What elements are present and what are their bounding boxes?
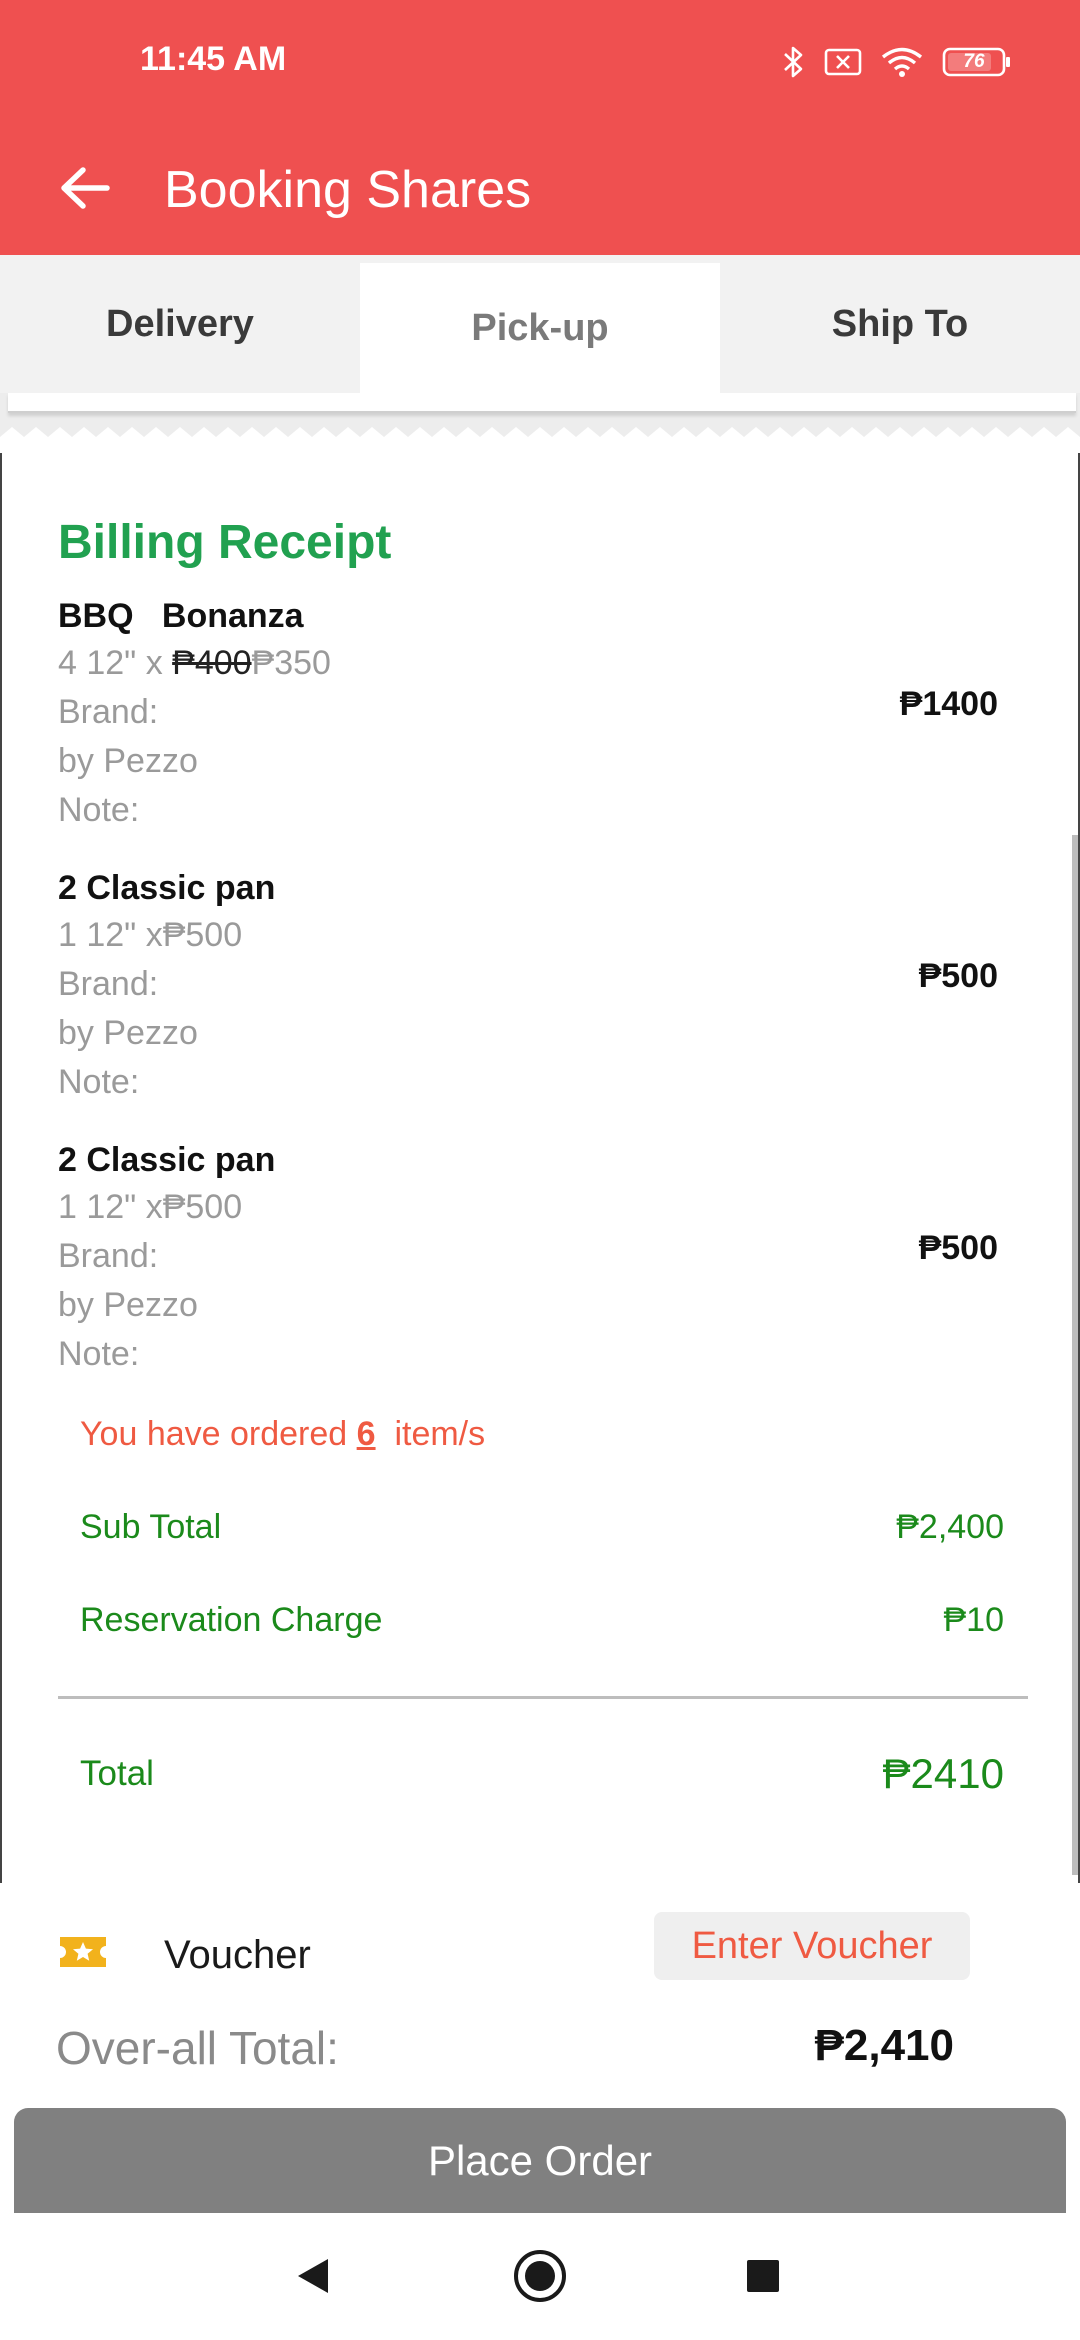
item-quantity-price: 1 12" x₱500 — [58, 1183, 1028, 1232]
status-time: 11:45 AM — [140, 40, 287, 78]
ordered-count: 6 — [356, 1415, 376, 1453]
item-unit-price: ₱350 — [251, 644, 331, 682]
total-row: Total ₱2410 — [80, 1750, 1004, 1798]
item-brand: by Pezzo — [58, 742, 198, 780]
item-old-price: ₱400 — [172, 644, 252, 682]
circle-home-icon — [512, 2248, 568, 2309]
subtotal-row: Sub Total ₱2,400 — [80, 1508, 1004, 1547]
item-note-label: Note: — [58, 1335, 140, 1373]
subtotal-value: ₱2,400 — [896, 1508, 1004, 1546]
item-name: BBQ Bonanza — [58, 597, 304, 635]
page-title: Booking Shares — [164, 161, 532, 219]
nav-back-button[interactable] — [278, 2243, 348, 2313]
item-total: ₱1400 — [899, 685, 998, 723]
item-unit-price: ₱500 — [162, 916, 243, 954]
overall-total-value: ₱2,410 — [814, 2021, 954, 2070]
list-item: 2 Classic pan 1 12" x₱500 Brand: by Pezz… — [58, 865, 1028, 1107]
tab-bar: Delivery Pick-up Ship To — [0, 255, 1080, 393]
item-quantity-price: 4 12" x ₱400₱350 — [58, 639, 1028, 688]
item-unit-price: ₱500 — [162, 1188, 243, 1226]
item-qty-size: 1 12" x — [58, 916, 163, 954]
tab-delivery[interactable]: Delivery — [0, 255, 360, 393]
list-item: BBQ Bonanza 4 12" x ₱400₱350 Brand: by P… — [58, 593, 1028, 835]
receipt-title: Billing Receipt — [58, 516, 392, 569]
ordered-suffix: item/s — [375, 1415, 486, 1453]
checkout-panel: Voucher Enter Voucher Over-all Total: ₱2… — [0, 1883, 1080, 2213]
wifi-icon — [880, 46, 924, 78]
enter-voucher-button[interactable]: Enter Voucher — [654, 1912, 970, 1980]
reservation-charge-label: Reservation Charge — [80, 1601, 383, 1639]
app-bar: Booking Shares — [0, 125, 1080, 255]
ticket-star-icon — [58, 1933, 108, 1971]
place-order-button[interactable]: Place Order — [14, 2108, 1066, 2213]
nav-home-button[interactable] — [505, 2243, 575, 2313]
item-qty-size: 4 12" x — [58, 644, 173, 682]
item-brand-label: Brand: — [58, 965, 159, 1003]
bluetooth-icon — [782, 44, 806, 80]
scrollbar-thumb[interactable] — [1072, 835, 1078, 1875]
divider — [58, 1696, 1028, 1699]
item-brand-label: Brand: — [58, 693, 159, 731]
item-brand: by Pezzo — [58, 1286, 198, 1324]
item-note-label: Note: — [58, 1063, 140, 1101]
tab-ship-to[interactable]: Ship To — [720, 255, 1080, 393]
status-bar: 11:45 AM 76 — [0, 0, 1080, 125]
voucher-label: Voucher — [164, 1933, 311, 1977]
status-icons: 76 — [782, 44, 1012, 80]
nav-recents-button[interactable] — [728, 2243, 798, 2313]
total-value: ₱2410 — [882, 1750, 1004, 1797]
ordered-prefix: You have ordered — [80, 1415, 357, 1453]
ordered-count-note: You have ordered 6 item/s — [80, 1415, 485, 1454]
arrow-left-icon — [59, 166, 111, 215]
triangle-back-icon — [295, 2257, 331, 2300]
square-recents-icon — [745, 2258, 781, 2299]
battery-level: 76 — [963, 51, 985, 72]
item-brand-label: Brand: — [58, 1237, 159, 1275]
item-total: ₱500 — [918, 957, 998, 995]
receipt-header-strip — [8, 393, 1076, 413]
item-note-label: Note: — [58, 791, 140, 829]
system-nav-bar — [0, 2213, 1080, 2340]
overall-total-label: Over-all Total: — [56, 2022, 339, 2074]
item-brand: by Pezzo — [58, 1014, 198, 1052]
item-name: 2 Classic pan — [58, 1141, 276, 1179]
total-label: Total — [80, 1754, 154, 1793]
subtotal-label: Sub Total — [80, 1508, 222, 1546]
reservation-charge-row: Reservation Charge ₱10 — [80, 1601, 1004, 1640]
tab-pick-up[interactable]: Pick-up — [360, 263, 720, 393]
back-button[interactable] — [50, 145, 120, 235]
list-item: 2 Classic pan 1 12" x₱500 Brand: by Pezz… — [58, 1137, 1028, 1379]
battery-icon: 76 — [942, 46, 1012, 78]
no-sim-icon — [824, 47, 862, 77]
item-qty-size: 1 12" x — [58, 1188, 163, 1226]
item-name: 2 Classic pan — [58, 869, 276, 907]
item-total: ₱500 — [918, 1229, 998, 1267]
reservation-charge-value: ₱10 — [943, 1601, 1005, 1639]
item-quantity-price: 1 12" x₱500 — [58, 911, 1028, 960]
billing-receipt[interactable]: Billing Receipt BBQ Bonanza 4 12" x ₱400… — [0, 453, 1080, 1883]
